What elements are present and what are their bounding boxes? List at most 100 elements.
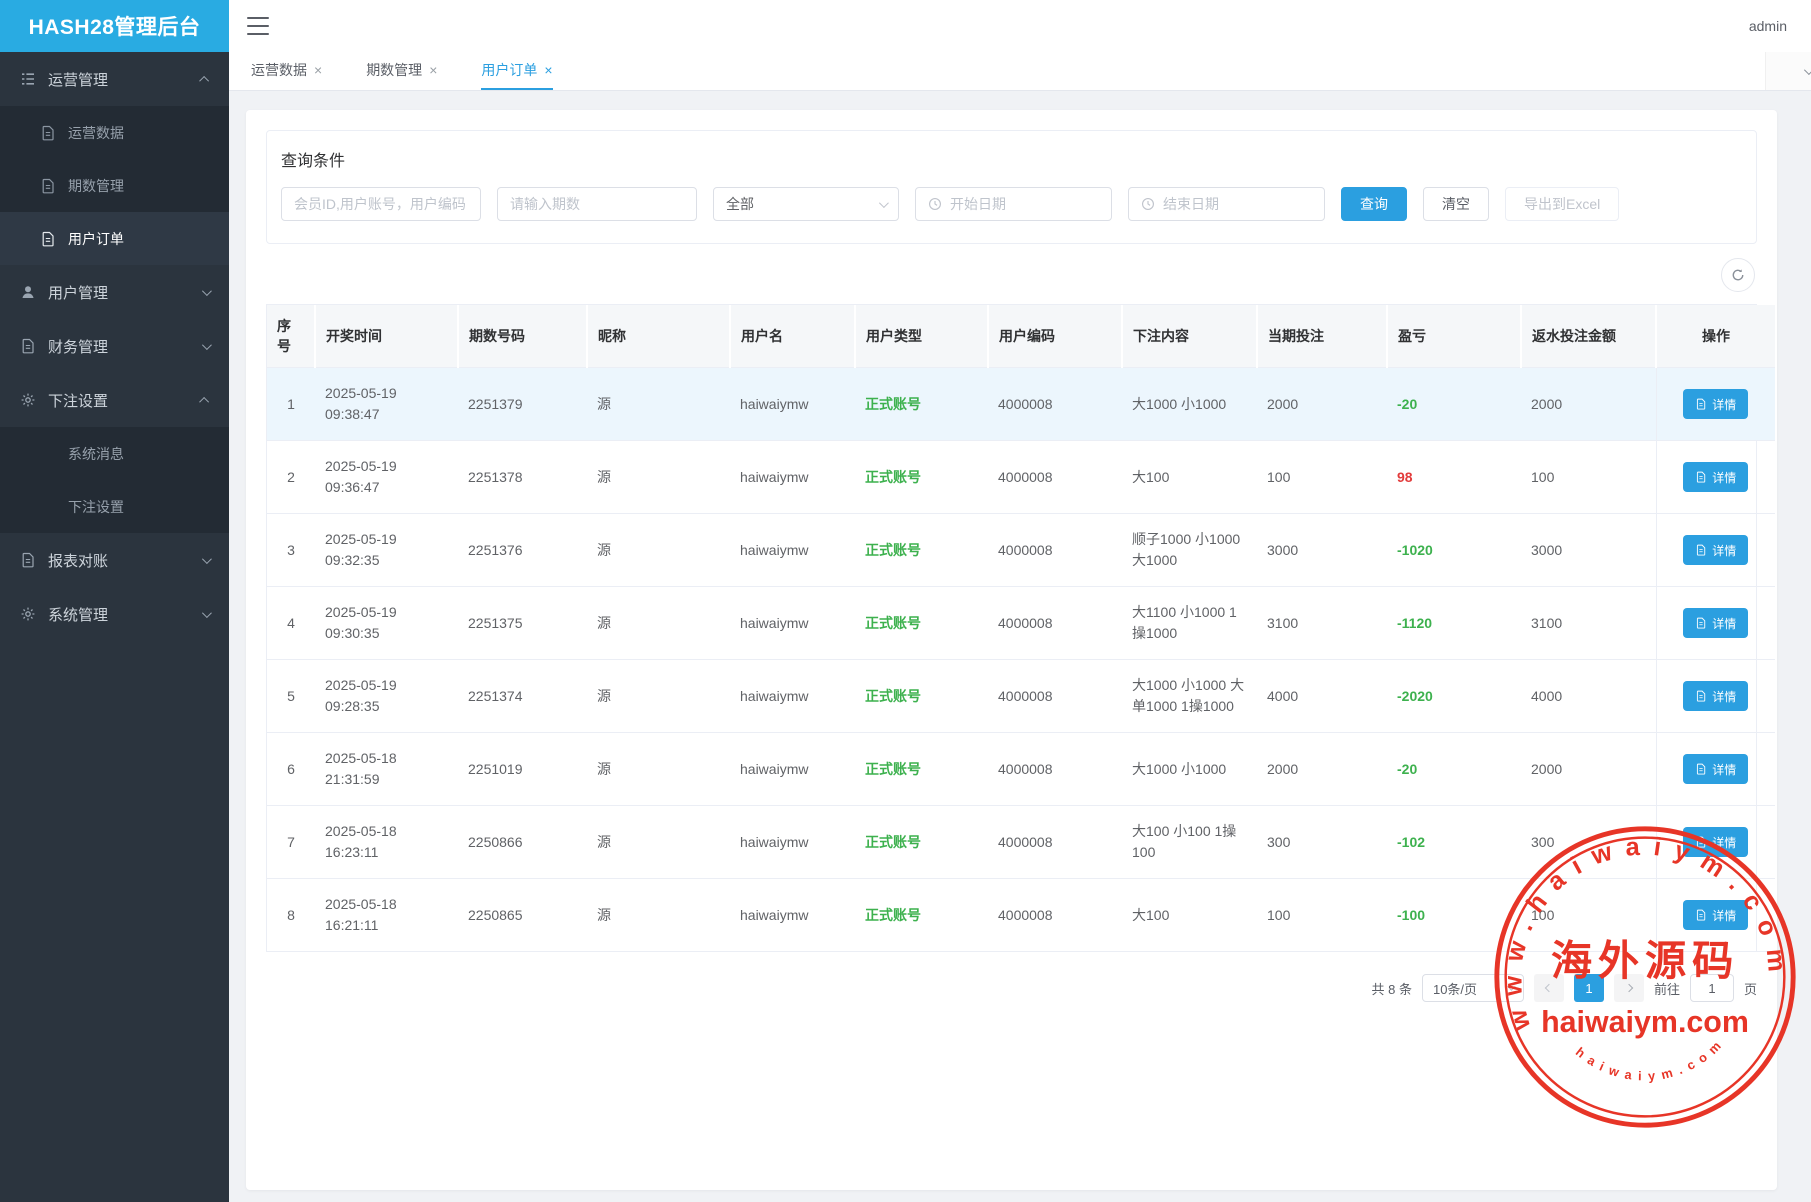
cell-user-type: 正式账号 [855, 587, 988, 660]
cell-user-code: 4000008 [988, 660, 1122, 733]
user-icon [20, 284, 36, 300]
detail-button[interactable]: 详情 [1683, 608, 1748, 638]
cell-profit: -102 [1387, 806, 1521, 879]
table-row: 8 2025-05-18 16:21:11 2250865 源 haiwaiym… [267, 879, 1775, 952]
document-icon [40, 178, 56, 194]
tabbar-collapse-button[interactable] [1765, 52, 1811, 90]
tab-issue-management[interactable]: 期数管理 × [366, 52, 437, 90]
col-header-bet-content: 下注内容 [1122, 305, 1257, 368]
list-icon [20, 71, 36, 87]
cell-no: 7 [267, 806, 315, 879]
chevron-right-icon [1625, 984, 1633, 992]
cell-username: haiwaiymw [730, 368, 855, 441]
user-type-select[interactable]: 全部 [713, 187, 899, 221]
refresh-button[interactable] [1721, 258, 1755, 292]
cell-user-code: 4000008 [988, 587, 1122, 660]
detail-button[interactable]: 详情 [1683, 389, 1748, 419]
detail-button-label: 详情 [1712, 615, 1736, 632]
cell-user-type: 正式账号 [855, 441, 988, 514]
sidebar-item-system-messages[interactable]: 系统消息 [0, 427, 229, 480]
sidebar-item-user-orders[interactable]: 用户订单 [0, 212, 229, 265]
cell-open-time: 2025-05-18 16:21:11 [315, 879, 458, 952]
cell-actions: 详情 [1656, 368, 1775, 441]
cell-user-code: 4000008 [988, 514, 1122, 587]
chevron-down-icon [202, 554, 212, 564]
end-date-input[interactable]: 结束日期 [1128, 187, 1325, 221]
search-button[interactable]: 查询 [1341, 187, 1407, 221]
cell-profit: -1020 [1387, 514, 1521, 587]
cell-profit: -20 [1387, 733, 1521, 806]
cell-no: 6 [267, 733, 315, 806]
close-icon[interactable]: × [429, 63, 437, 77]
cell-bet-amount: 3100 [1257, 587, 1387, 660]
start-date-input[interactable]: 开始日期 [915, 187, 1112, 221]
cell-user-type: 正式账号 [855, 660, 988, 733]
cell-user-code: 4000008 [988, 733, 1122, 806]
sidebar-item-operation-management[interactable]: 运营管理 [0, 52, 229, 106]
cell-bet-content: 大1000 小1000 [1122, 368, 1257, 441]
sidebar-item-label: 报表对账 [48, 550, 108, 571]
current-page-button[interactable]: 1 [1574, 974, 1604, 1002]
filter-panel-title: 查询条件 [281, 147, 1742, 171]
detail-button-label: 详情 [1712, 688, 1736, 705]
detail-button[interactable]: 详情 [1683, 462, 1748, 492]
user-type-select-value: 全部 [726, 194, 754, 214]
tab-user-orders[interactable]: 用户订单 × [481, 52, 552, 90]
cell-rebate: 300 [1521, 806, 1656, 879]
page-size-select[interactable]: 10条/页 [1422, 974, 1524, 1002]
detail-button[interactable]: 详情 [1683, 827, 1748, 857]
sidebar-item-issue-management[interactable]: 期数管理 [0, 159, 229, 212]
document-icon [1695, 471, 1707, 483]
chevron-down-icon [202, 608, 212, 618]
cell-bet-amount: 2000 [1257, 733, 1387, 806]
cell-profit: -2020 [1387, 660, 1521, 733]
tab-operation-data[interactable]: 运营数据 × [251, 52, 322, 90]
sidebar-item-bet-settings-group[interactable]: 下注设置 [0, 373, 229, 427]
sidebar-item-user-management[interactable]: 用户管理 [0, 265, 229, 319]
cell-issue: 2251374 [458, 660, 587, 733]
document-icon [1695, 909, 1707, 921]
sidebar-item-operation-data[interactable]: 运营数据 [0, 106, 229, 159]
col-header-actions: 操作 [1656, 305, 1775, 368]
export-excel-button[interactable]: 导出到Excel [1505, 187, 1619, 221]
sidebar-item-bet-settings[interactable]: 下注设置 [0, 480, 229, 533]
cell-user-type: 正式账号 [855, 806, 988, 879]
detail-button[interactable]: 详情 [1683, 900, 1748, 930]
chevron-down-icon [1507, 982, 1515, 990]
detail-button[interactable]: 详情 [1683, 681, 1748, 711]
close-icon[interactable]: × [544, 63, 552, 77]
detail-button[interactable]: 详情 [1683, 754, 1748, 784]
col-header-no: 序号 [267, 305, 315, 368]
col-header-open-time: 开奖时间 [315, 305, 458, 368]
user-menu[interactable]: admin [1749, 18, 1787, 34]
close-icon[interactable]: × [314, 63, 322, 77]
sidebar-menu: 运营管理 运营数据 期数管理 用户订单 用户管理 财务管理 [0, 52, 229, 641]
clear-button[interactable]: 清空 [1423, 187, 1489, 221]
sidebar-item-report-reconciliation[interactable]: 报表对账 [0, 533, 229, 587]
member-keyword-input[interactable] [281, 187, 481, 221]
cell-nickname: 源 [587, 733, 730, 806]
sidebar-item-finance-management[interactable]: 财务管理 [0, 319, 229, 373]
table-row: 2 2025-05-19 09:36:47 2251378 源 haiwaiym… [267, 441, 1775, 514]
issue-number-input[interactable] [497, 187, 697, 221]
hamburger-menu-icon[interactable] [247, 17, 269, 35]
cell-profit: 98 [1387, 441, 1521, 514]
cell-open-time: 2025-05-19 09:30:35 [315, 587, 458, 660]
topbar: admin [229, 0, 1811, 52]
document-icon [1695, 690, 1707, 702]
goto-page-input[interactable] [1690, 974, 1734, 1002]
cell-no: 3 [267, 514, 315, 587]
table-row: 4 2025-05-19 09:30:35 2251375 源 haiwaiym… [267, 587, 1775, 660]
cell-profit: -20 [1387, 368, 1521, 441]
prev-page-button[interactable] [1534, 974, 1564, 1002]
cell-bet-content: 大1100 小1000 1操1000 [1122, 587, 1257, 660]
cell-bet-content: 大100 小100 1操100 [1122, 806, 1257, 879]
next-page-button[interactable] [1614, 974, 1644, 1002]
col-header-issue: 期数号码 [458, 305, 587, 368]
sidebar-item-system-management[interactable]: 系统管理 [0, 587, 229, 641]
cell-issue: 2251378 [458, 441, 587, 514]
cell-rebate: 3100 [1521, 587, 1656, 660]
cell-user-type: 正式账号 [855, 368, 988, 441]
detail-button[interactable]: 详情 [1683, 535, 1748, 565]
cell-user-code: 4000008 [988, 441, 1122, 514]
